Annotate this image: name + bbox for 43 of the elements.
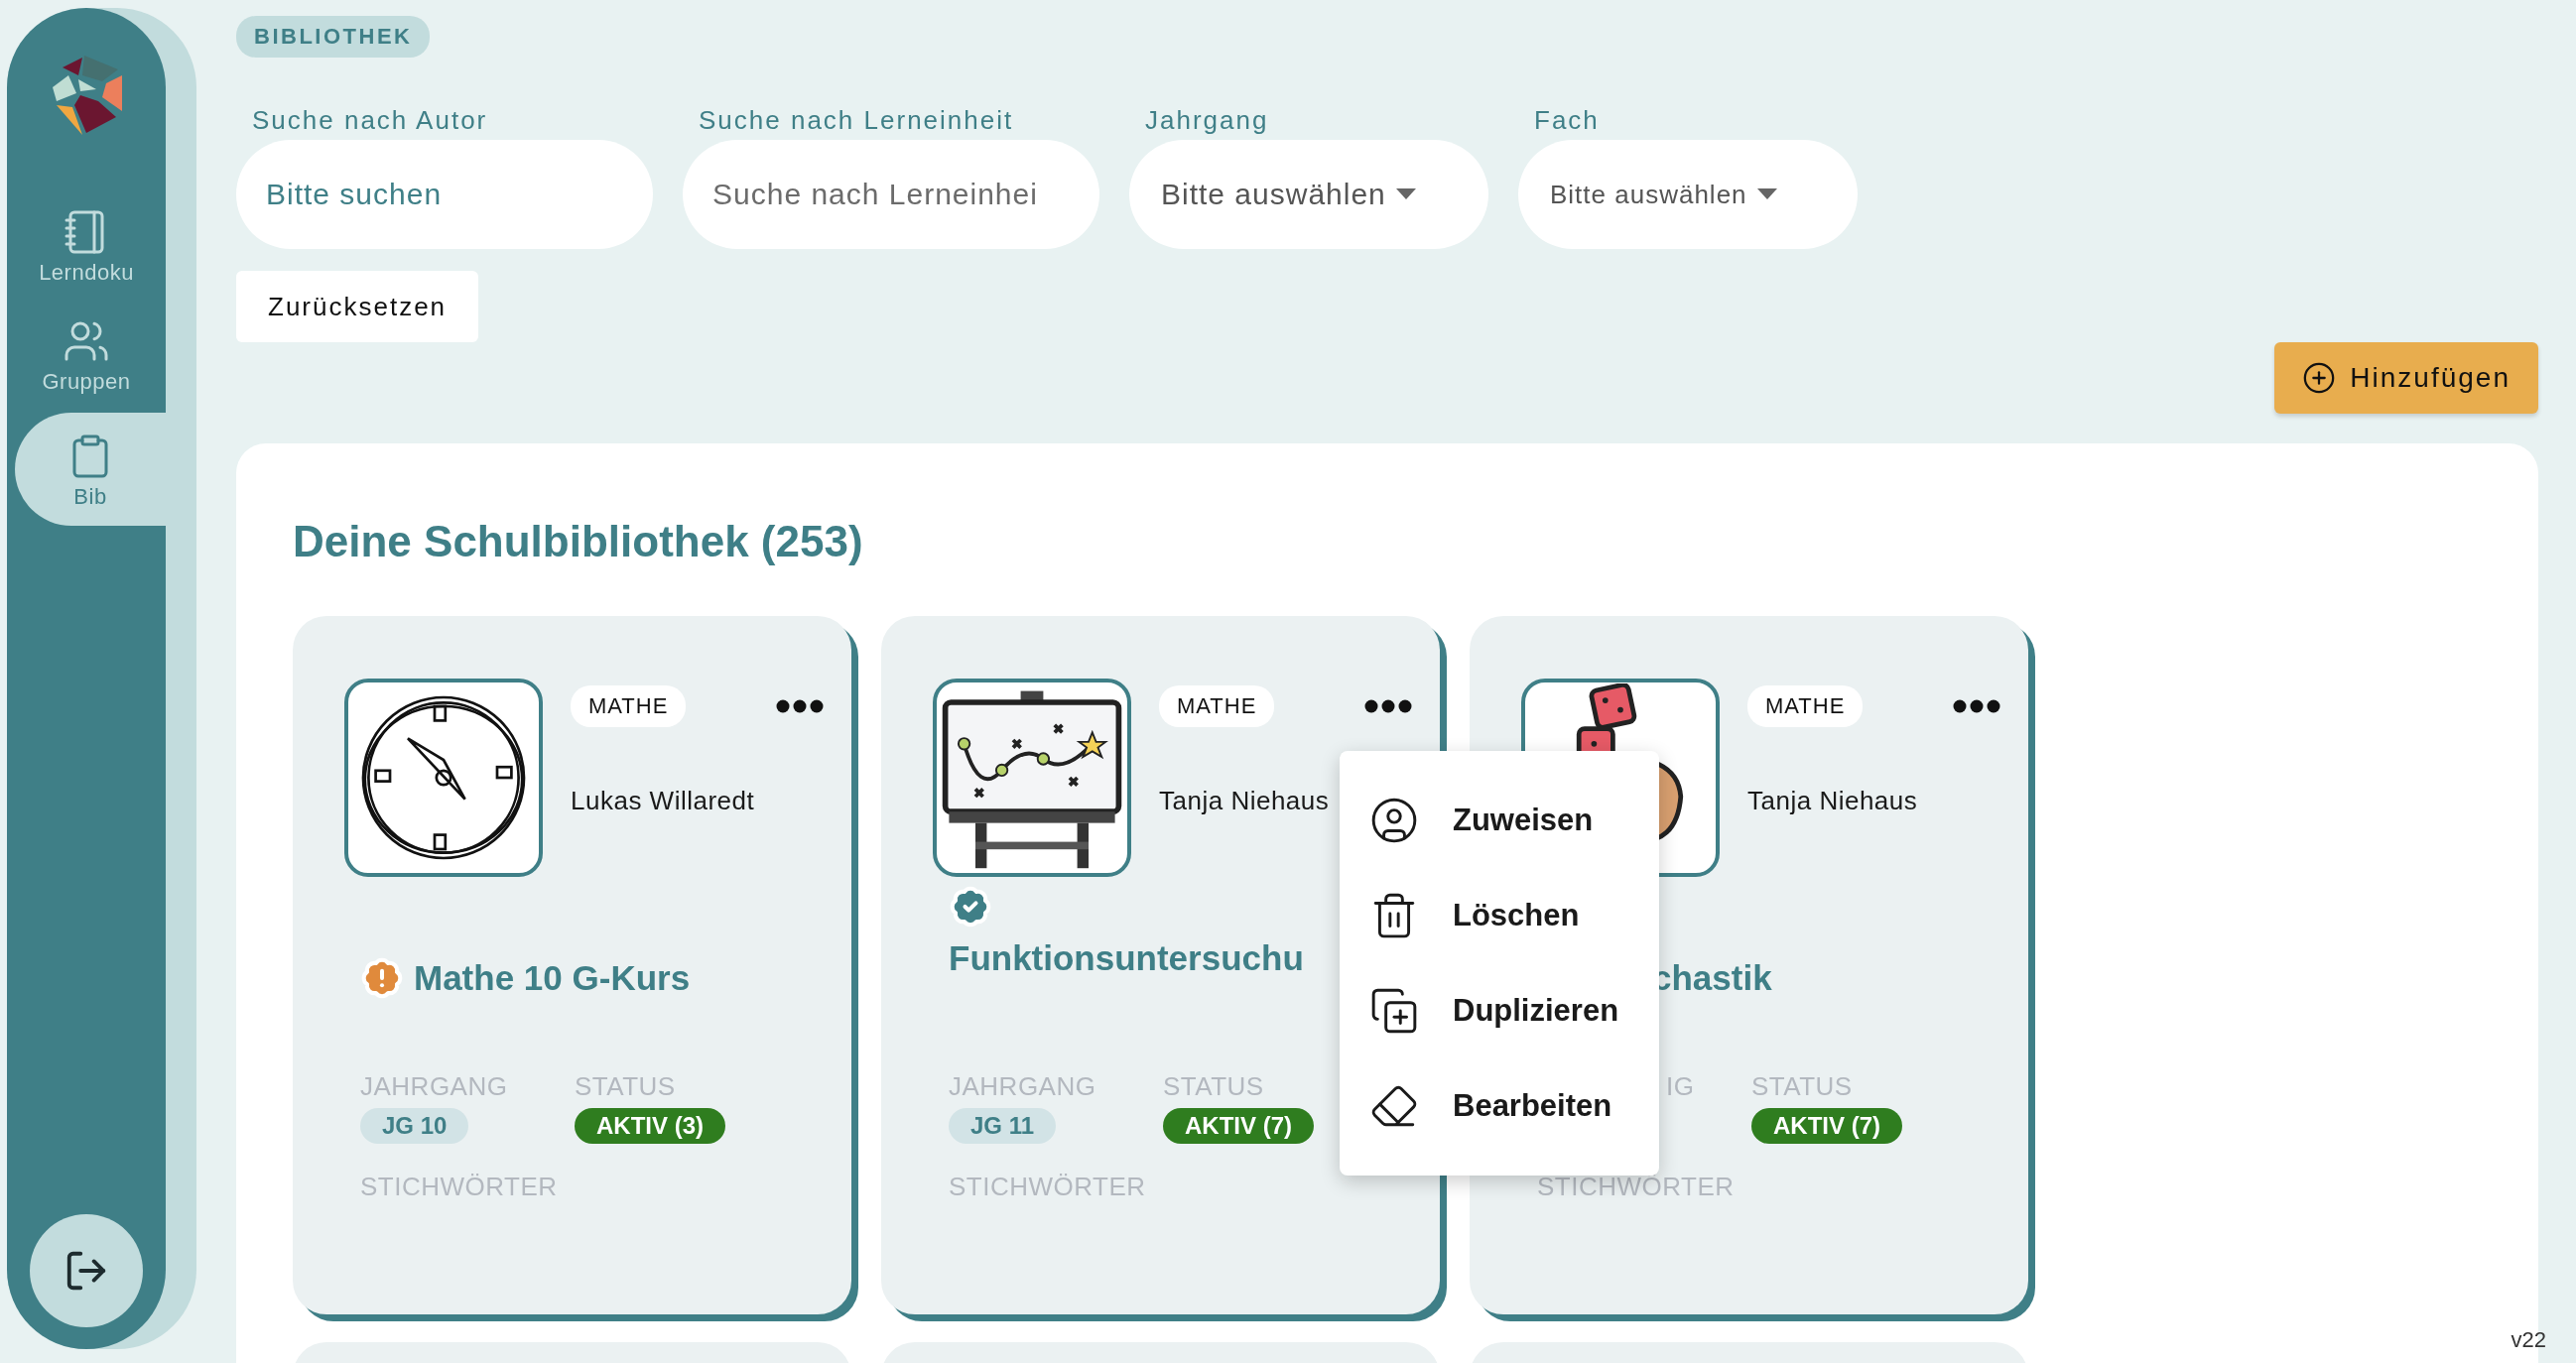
caret-icon: [1756, 188, 1777, 200]
add-button[interactable]: Hinzufügen: [2274, 342, 2538, 414]
caret-icon: [1395, 188, 1416, 200]
meta-label: STICHWÖRTER: [948, 1172, 1147, 1202]
more-icon[interactable]: [1364, 699, 1412, 713]
meta-label: STATUS: [1163, 1071, 1264, 1102]
meta-label: STICHWÖRTER: [1536, 1172, 1736, 1202]
card-title: Mathe 10 G-Kurs: [414, 958, 691, 998]
author-name: Tanja Niehaus: [1747, 786, 1919, 816]
author-name: Tanja Niehaus: [1159, 786, 1331, 816]
subject-tag: MATHE: [1747, 685, 1864, 727]
filter-label: Suche nach Autor: [251, 105, 489, 136]
subject-tag: MATHE: [1159, 685, 1275, 727]
author-name: Lukas Willaredt: [571, 786, 756, 816]
library-title: Deine Schulbibliothek (253): [293, 516, 864, 567]
filter-label: Suche nach Lerneinheit: [698, 105, 1015, 136]
search-field[interactable]: Bitte suchen: [236, 140, 653, 249]
grade-tag: JG 10: [360, 1108, 469, 1144]
meta-label: IG: [1666, 1071, 1695, 1102]
search-field[interactable]: Suche nach Lerneinhei: [683, 140, 1099, 249]
user-circle-icon: [1369, 796, 1419, 845]
plus-circle-icon: [2302, 361, 2337, 395]
meta-label: STATUS: [1751, 1071, 1853, 1102]
select-dropdown[interactable]: Bitte auswählen: [1129, 140, 1488, 249]
copy-plus-icon: [1369, 986, 1419, 1036]
reset-button[interactable]: Zurücksetzen: [236, 271, 479, 342]
meta-label: JAHRGANG: [360, 1071, 508, 1102]
filter-label[interactable]: Jahrgang: [1129, 105, 1488, 136]
status-tag: AKTIV (3): [575, 1108, 725, 1144]
more-icon[interactable]: [776, 699, 824, 713]
select-dropdown[interactable]: Bitte auswählen: [1518, 140, 1858, 249]
status-tag: AKTIV (7): [1751, 1108, 1902, 1144]
version-label: v22: [2511, 1327, 2546, 1353]
status-tag: AKTIV (7): [1163, 1108, 1314, 1144]
filter-label[interactable]: Fach: [1518, 105, 1858, 136]
meta-label: STATUS: [575, 1071, 676, 1102]
more-icon[interactable]: [1953, 699, 2000, 713]
subject-tag: MATHE: [571, 685, 687, 727]
card-title: Funktionsuntersuchu: [949, 938, 1304, 978]
breadcrumb-label: BIBLIOTHEK: [236, 16, 431, 58]
meta-label: STICHWÖRTER: [359, 1172, 559, 1202]
grade-tag: JG 11: [949, 1108, 1057, 1144]
meta-label: JAHRGANG: [949, 1071, 1096, 1102]
